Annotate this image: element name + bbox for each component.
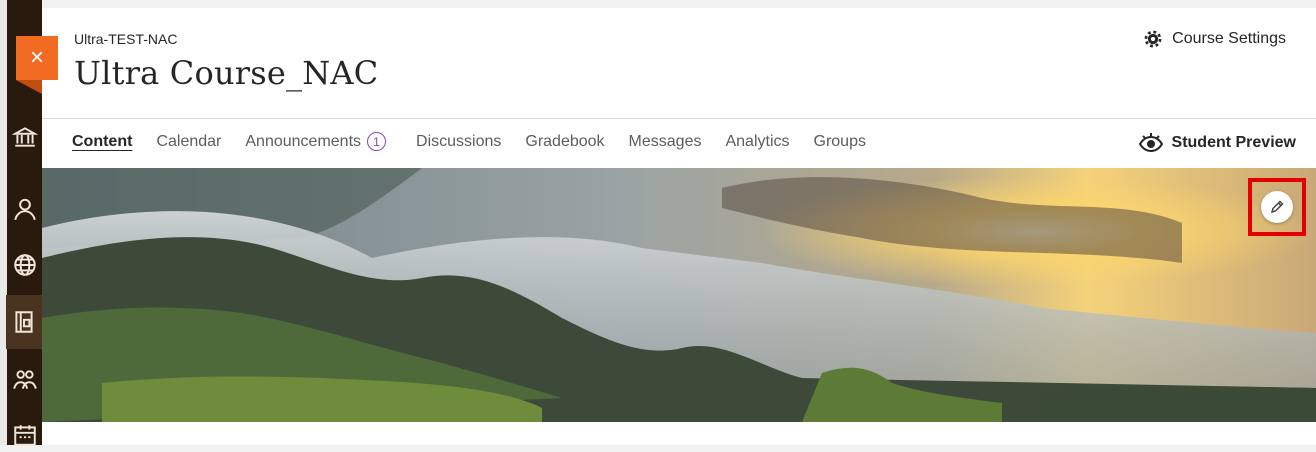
- tab-label: Gradebook: [525, 133, 605, 150]
- tab-label: Announcements: [245, 133, 362, 150]
- edit-banner-button[interactable]: [1261, 191, 1293, 223]
- student-preview-button[interactable]: Student Preview: [1138, 132, 1296, 154]
- tab-announcements[interactable]: Announcements 1: [233, 126, 398, 168]
- page-title: Ultra Course_NAC: [74, 54, 379, 92]
- tab-label: Content: [72, 133, 133, 150]
- tab-gradebook[interactable]: Gradebook: [513, 126, 616, 168]
- tab-label: Calendar: [156, 133, 222, 150]
- calendar-icon[interactable]: [8, 418, 42, 452]
- course-tabs: Content Calendar Announcements 1 Discuss…: [60, 126, 878, 175]
- student-preview-label: Student Preview: [1171, 134, 1296, 151]
- banner-landscape: [42, 168, 1316, 422]
- course-banner-image: [42, 168, 1316, 422]
- courses-icon[interactable]: [6, 295, 42, 349]
- tab-messages[interactable]: Messages: [617, 126, 714, 168]
- gear-icon: [1144, 30, 1162, 48]
- edit-banner-highlight: [1248, 178, 1306, 236]
- announcements-count-badge: 1: [367, 132, 387, 151]
- course-panel: Ultra-TEST-NAC Ultra Course_NAC Course S…: [42, 8, 1316, 445]
- header-divider: [42, 118, 1316, 119]
- profile-icon[interactable]: [8, 192, 42, 226]
- tab-discussions[interactable]: Discussions: [404, 126, 513, 168]
- tab-label: Messages: [628, 133, 702, 150]
- tab-analytics[interactable]: Analytics: [713, 126, 801, 168]
- tab-calendar[interactable]: Calendar: [144, 126, 233, 168]
- course-settings-label: Course Settings: [1172, 30, 1286, 47]
- institution-icon[interactable]: [8, 120, 42, 154]
- close-course-button[interactable]: ×: [16, 36, 58, 94]
- tab-groups[interactable]: Groups: [802, 126, 878, 168]
- close-icon: ×: [29, 44, 44, 71]
- tab-content[interactable]: Content: [60, 126, 145, 175]
- tab-label: Analytics: [725, 133, 790, 150]
- groups-icon[interactable]: [8, 363, 42, 397]
- course-settings-button[interactable]: Course Settings: [1143, 29, 1286, 49]
- pencil-icon: [1270, 200, 1284, 214]
- tab-label: Groups: [813, 133, 866, 150]
- student-preview-icon: [1138, 133, 1163, 153]
- tab-label: Discussions: [416, 133, 502, 150]
- globe-icon[interactable]: [8, 248, 42, 282]
- rail-edge: [0, 0, 7, 445]
- course-code: Ultra-TEST-NAC: [74, 31, 178, 47]
